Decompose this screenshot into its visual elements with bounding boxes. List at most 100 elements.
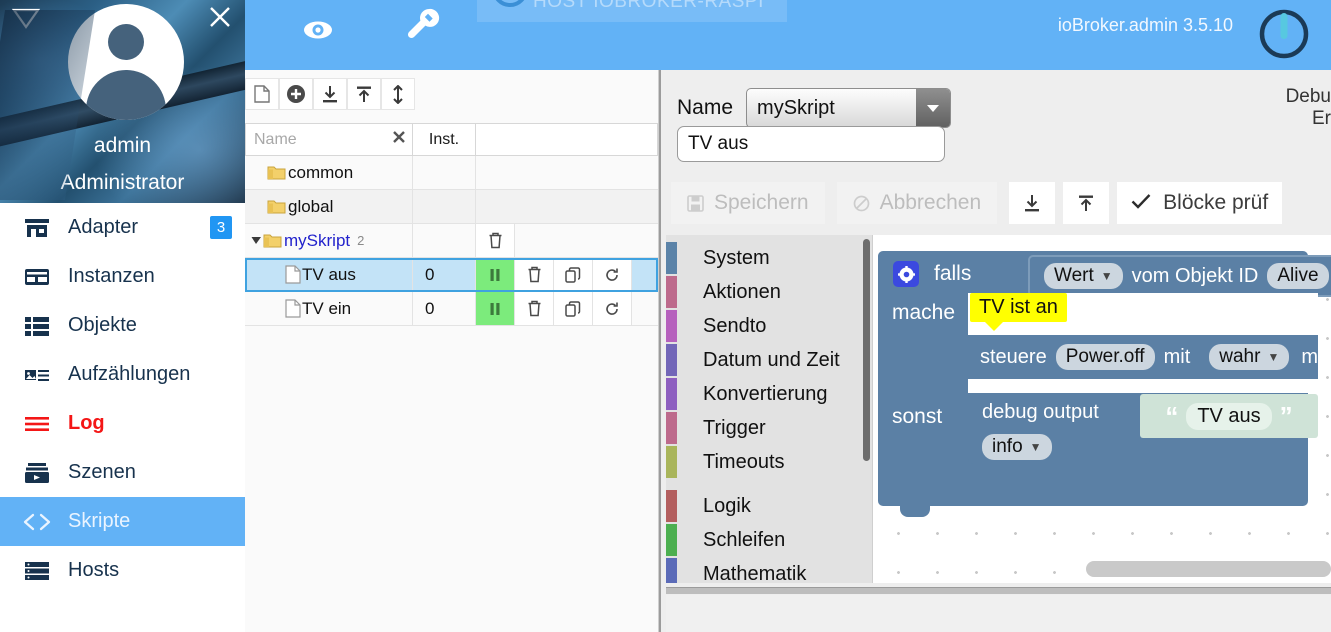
import-button[interactable] xyxy=(1009,182,1056,224)
category-color-swatch xyxy=(666,558,677,583)
eye-icon[interactable] xyxy=(300,12,336,48)
object-id-field[interactable]: Alive xyxy=(1267,263,1329,289)
toolbox-scrollbar[interactable] xyxy=(863,239,870,461)
tree-name-placeholder: Name xyxy=(254,130,297,148)
gear-icon[interactable] xyxy=(893,261,919,287)
delete-script-button[interactable] xyxy=(515,292,554,325)
log-panel: Log07:10:59.765 [info] javascript.0 Stop… xyxy=(666,595,1331,632)
if-label: falls xyxy=(934,262,972,285)
export-button[interactable] xyxy=(1063,182,1110,224)
if-else-block[interactable]: falls mache sonst Wert ▼ vom Objekt ID A… xyxy=(878,251,1331,517)
chevron-down-icon: ▼ xyxy=(1029,440,1042,454)
close-icon[interactable] xyxy=(205,2,235,32)
power-icon[interactable] xyxy=(1255,5,1313,63)
copy-script-button[interactable] xyxy=(554,292,593,325)
toolbox-item-sendto[interactable]: Sendto xyxy=(666,309,872,343)
table-row[interactable]: mySkript 2 xyxy=(245,224,658,258)
category-color-swatch xyxy=(666,490,677,522)
row-inst-cell: 0 xyxy=(413,258,476,292)
sidebar-item-skripte[interactable]: Skripte xyxy=(0,497,245,546)
new-folder-button[interactable] xyxy=(279,78,313,110)
value-type-field[interactable]: Wert ▼ xyxy=(1044,263,1123,289)
sidebar-item-objekte[interactable]: Objekte xyxy=(0,301,245,350)
restart-script-button[interactable] xyxy=(593,258,632,291)
blockly-workspace[interactable]: falls mache sonst Wert ▼ vom Objekt ID A… xyxy=(873,235,1331,583)
pause-script-button[interactable] xyxy=(476,258,515,291)
quote-open: “ xyxy=(1165,401,1179,431)
debug-level-field[interactable]: info ▼ xyxy=(982,434,1052,460)
toolbox-item-aktionen[interactable]: Aktionen xyxy=(666,275,872,309)
table-row[interactable]: TV aus 0 xyxy=(245,258,658,292)
sidebar-item-label: Instanzen xyxy=(68,265,155,287)
control-verb: steuere xyxy=(980,345,1047,368)
category-color-swatch xyxy=(666,276,677,308)
tree-name-filter[interactable]: Name xyxy=(245,123,413,156)
file-icon xyxy=(285,299,301,318)
toolbox-item-logik[interactable]: Logik xyxy=(666,489,872,523)
sidebar-item-hosts[interactable]: Hosts xyxy=(0,546,245,595)
block-tooltip: TV ist an xyxy=(970,293,1067,331)
workspace-horizontal-scrollbar[interactable] xyxy=(1086,561,1331,577)
toolbox-item-trigger[interactable]: Trigger xyxy=(666,411,872,445)
condition-block[interactable]: Wert ▼ vom Objekt ID Alive xyxy=(1028,255,1331,297)
sidebar-item-label: Adapter xyxy=(68,216,139,238)
tree-column-inst: Inst. xyxy=(413,123,476,156)
debug-label[interactable]: Debu xyxy=(1239,86,1331,108)
wrench-icon[interactable] xyxy=(405,6,441,48)
sidebar-item-log[interactable]: Log xyxy=(0,399,245,448)
save-button[interactable]: Speichern xyxy=(671,182,825,224)
category-color-swatch xyxy=(666,412,677,444)
triangle-down-icon[interactable] xyxy=(11,6,41,29)
block-bottom-notch xyxy=(900,506,930,517)
delete-script-button[interactable] xyxy=(515,258,554,291)
toolbox-item-timeouts[interactable]: Timeouts xyxy=(666,445,872,479)
script-name-input[interactable]: TV aus xyxy=(677,126,945,162)
table-row[interactable]: common xyxy=(245,156,658,190)
sidebar-user-header: admin Administrator xyxy=(0,0,245,203)
toolbox-item-mathematik[interactable]: Mathematik xyxy=(666,557,872,583)
pause-script-button[interactable] xyxy=(476,292,515,325)
table-row[interactable]: global xyxy=(245,190,658,224)
text-string-block[interactable]: “ TV aus ” xyxy=(1140,394,1318,438)
new-script-button[interactable] xyxy=(245,78,279,110)
sidebar-item-instanzen[interactable]: Instanzen xyxy=(0,252,245,301)
row-actions-cell xyxy=(476,224,658,258)
sidebar-item-szenen[interactable]: Szenen xyxy=(0,448,245,497)
control-value-field[interactable]: wahr ▼ xyxy=(1209,344,1290,370)
row-name-cell: common xyxy=(245,156,413,190)
do-label: mache xyxy=(892,301,956,324)
chevron-down-icon[interactable] xyxy=(916,89,951,127)
expand-twisty-icon[interactable] xyxy=(249,235,263,246)
check-blocks-button[interactable]: Blöcke prüf xyxy=(1117,182,1283,224)
chevron-down-icon: ▼ xyxy=(1100,269,1113,283)
host-tab[interactable]: HOST IOBROKER-RASPI xyxy=(477,0,787,22)
lines-icon xyxy=(22,411,52,437)
delete-folder-button[interactable] xyxy=(476,224,515,257)
expand-collapse-button[interactable] xyxy=(381,78,415,110)
toolbox-item-system[interactable]: System xyxy=(666,241,872,275)
row-label: global xyxy=(288,196,334,216)
toolbox-item-label: Konvertierung xyxy=(703,382,828,405)
control-block[interactable]: steuere Power.off mit wahr ▼ m xyxy=(968,335,1318,379)
copy-script-button[interactable] xyxy=(554,258,593,291)
category-color-swatch xyxy=(666,446,677,478)
errors-label[interactable]: Er xyxy=(1239,108,1331,130)
import-scripts-button[interactable] xyxy=(313,78,347,110)
cancel-button[interactable]: Abbrechen xyxy=(836,182,998,224)
toolbox-separator xyxy=(666,479,872,489)
toolbox-item-konvertierung[interactable]: Konvertierung xyxy=(666,377,872,411)
table-row[interactable]: TV ein 0 xyxy=(245,292,658,326)
export-scripts-button[interactable] xyxy=(347,78,381,110)
script-group-select[interactable]: mySkript xyxy=(746,88,952,128)
toolbox-item-label: Datum und Zeit xyxy=(703,348,840,371)
toolbox-item-datum-und-zeit[interactable]: Datum und Zeit xyxy=(666,343,872,377)
log-divider[interactable] xyxy=(666,587,1331,594)
clear-icon[interactable] xyxy=(392,130,406,149)
control-target-field[interactable]: Power.off xyxy=(1055,344,1155,370)
sidebar-item-adapter[interactable]: Adapter 3 xyxy=(0,203,245,252)
restart-script-button[interactable] xyxy=(593,292,632,325)
text-value-field[interactable]: TV aus xyxy=(1186,402,1272,430)
debug-output-block[interactable]: debug output info ▼ xyxy=(968,394,1150,464)
sidebar-item-aufzaehlungen[interactable]: Aufzählungen xyxy=(0,350,245,399)
toolbox-item-schleifen[interactable]: Schleifen xyxy=(666,523,872,557)
